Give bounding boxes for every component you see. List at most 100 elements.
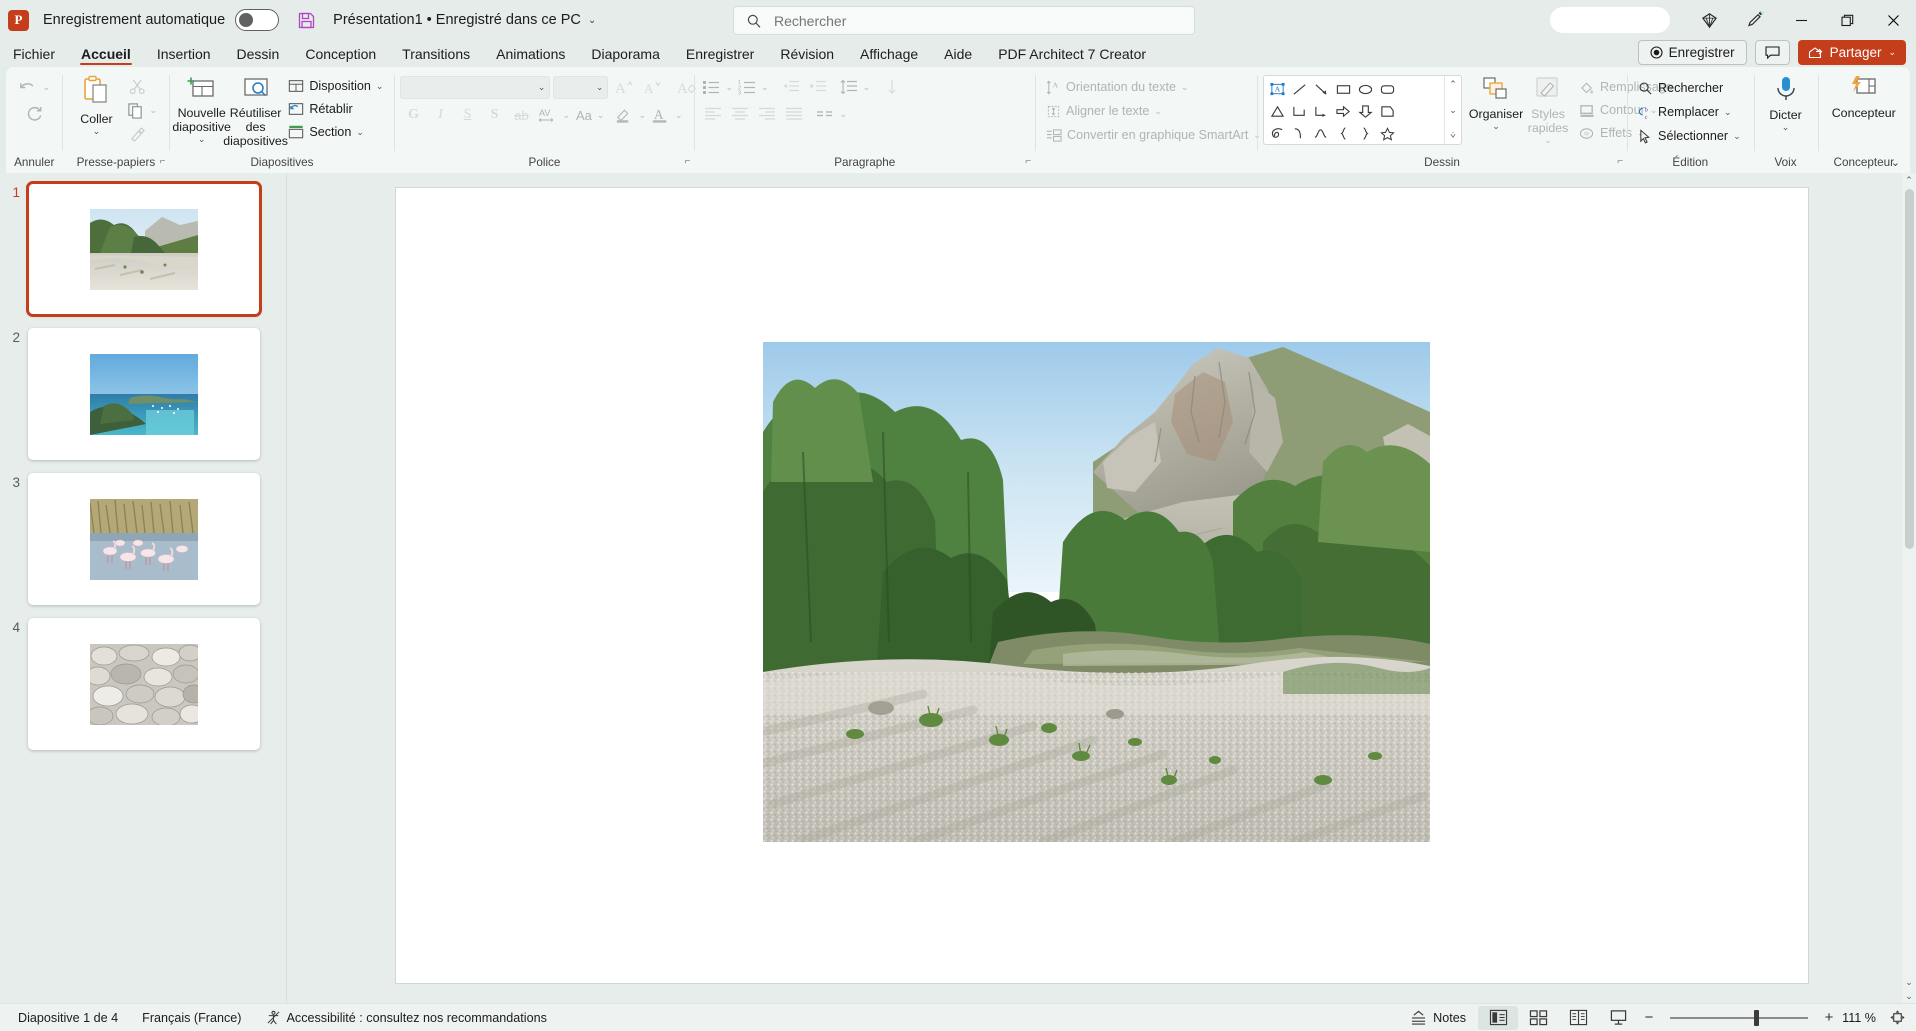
notes-button[interactable]: Notes <box>1398 1010 1478 1025</box>
align-right-button[interactable] <box>754 102 780 126</box>
view-reading-button[interactable] <box>1558 1006 1598 1030</box>
slide-counter[interactable]: Diapositive 1 de 4 <box>6 1004 130 1031</box>
decrease-indent-button[interactable] <box>778 75 804 99</box>
shape-block-arrow-down[interactable] <box>1354 100 1376 122</box>
chevron-up-icon[interactable]: ⌃ <box>1449 79 1457 90</box>
select-button[interactable]: Sélectionner ⌄ <box>1633 125 1746 147</box>
text-shadow-button[interactable]: S <box>481 103 507 127</box>
pen-edit-icon[interactable] <box>1732 0 1778 40</box>
increase-indent-button[interactable] <box>805 75 831 99</box>
share-button[interactable]: Partager ⌄ <box>1797 40 1906 65</box>
tab-fichier[interactable]: Fichier <box>0 40 68 67</box>
save-floppy-icon[interactable] <box>295 9 317 31</box>
bold-button[interactable]: G <box>400 103 426 127</box>
thumbnail-slide-4-surface[interactable] <box>28 618 260 750</box>
zoom-in-button[interactable]: + <box>1818 1009 1840 1026</box>
paste-button[interactable]: Coller ⌄ <box>68 72 124 137</box>
thumbnail-slide-3[interactable]: 3 <box>0 473 286 605</box>
zoom-level-label[interactable]: 111 % <box>1840 1011 1884 1025</box>
shape-left-brace[interactable] <box>1332 122 1354 144</box>
autosave-toggle[interactable] <box>235 9 280 31</box>
scroll-page-down-icon[interactable]: ⌄ <box>1905 989 1913 1003</box>
scroll-down-arrow-icon[interactable]: ⌄ <box>1905 975 1913 989</box>
slide-image[interactable] <box>762 342 1430 842</box>
reset-slide-button[interactable]: Rétablir <box>283 98 388 120</box>
dictate-button[interactable]: Dicter ⌄ <box>1760 72 1812 133</box>
font-name-combobox[interactable]: ⌄ <box>400 75 551 99</box>
arrange-button[interactable]: Organiser ⌄ <box>1469 73 1523 132</box>
italic-button[interactable]: I <box>427 103 453 127</box>
tab-transitions[interactable]: Transitions <box>389 40 483 67</box>
view-slideshow-button[interactable] <box>1598 1006 1638 1030</box>
columns-button[interactable]: ⌄ <box>814 103 849 125</box>
thumbnail-slide-3-surface[interactable] <box>28 473 260 605</box>
numbering-button[interactable]: 123 ⌄ <box>736 76 771 98</box>
bullets-button[interactable]: ⌄ <box>700 76 735 98</box>
shape-star[interactable] <box>1376 122 1398 144</box>
text-orientation-button[interactable]: A Orientation du texte ⌄ <box>1041 76 1193 98</box>
shape-elbow-arrow-connector[interactable] <box>1310 100 1332 122</box>
section-button[interactable]: Section ⌄ <box>283 121 388 143</box>
thumbnail-slide-1-surface[interactable] <box>26 181 262 317</box>
tab-affichage[interactable]: Affichage <box>847 40 931 67</box>
zoom-slider[interactable] <box>1670 1009 1808 1026</box>
shape-right-brace[interactable] <box>1354 122 1376 144</box>
undo-button[interactable]: ⌄ <box>15 76 53 98</box>
canvas-vertical-scrollbar[interactable]: ⌃ ⌄ ⌄ <box>1902 173 1916 1003</box>
document-title[interactable]: Présentation1 • Enregistré dans ce PC ⌄ <box>333 12 596 28</box>
strikethrough-button[interactable]: ab <box>508 103 534 127</box>
find-button[interactable]: Rechercher <box>1633 77 1728 99</box>
layout-button[interactable]: Disposition ⌄ <box>283 75 388 97</box>
tab-aide[interactable]: Aide <box>931 40 985 67</box>
language-indicator[interactable]: Français (France) <box>130 1004 253 1031</box>
shapes-gallery[interactable]: A ⌃ ⌄ ⩒ <box>1263 75 1463 145</box>
scroll-up-arrow-icon[interactable]: ⌃ <box>1905 173 1913 187</box>
scrollbar-thumb[interactable] <box>1904 189 1914 549</box>
tab-insertion[interactable]: Insertion <box>144 40 224 67</box>
grow-font-button[interactable]: A <box>611 75 637 99</box>
tab-pdf-architect[interactable]: PDF Architect 7 Creator <box>985 40 1159 67</box>
shape-block-arrow-right[interactable] <box>1332 100 1354 122</box>
replace-button[interactable]: bc Remplacer ⌄ <box>1633 101 1736 123</box>
thumbnail-slide-2[interactable]: 2 <box>0 328 286 460</box>
shape-ellipse[interactable] <box>1354 78 1376 100</box>
shape-elbow-connector[interactable] <box>1288 100 1310 122</box>
new-slide-button[interactable]: Nouvelle diapositive ⌄ <box>172 72 231 145</box>
restore-button[interactable] <box>1824 0 1870 40</box>
underline-button[interactable]: S <box>454 103 480 127</box>
shapes-gallery-scrollbar[interactable]: ⌃ ⌄ ⩒ <box>1444 76 1461 144</box>
tab-animations[interactable]: Animations <box>483 40 578 67</box>
change-case-button[interactable]: Aa ⌄ <box>573 104 607 126</box>
align-justify-button[interactable] <box>781 102 807 126</box>
zoom-slider-knob[interactable] <box>1754 1009 1759 1026</box>
tab-dessin[interactable]: Dessin <box>224 40 293 67</box>
align-text-button[interactable]: Aligner le texte ⌄ <box>1041 100 1167 122</box>
shape-scribble[interactable] <box>1266 122 1288 144</box>
collapse-ribbon-button[interactable]: ⌄ <box>1891 156 1900 169</box>
fit-to-window-button[interactable] <box>1884 1006 1910 1030</box>
slide-thumbnails-pane[interactable]: 1 2 3 4 <box>0 173 287 1003</box>
zoom-out-button[interactable]: − <box>1638 1009 1660 1026</box>
shape-pentagon-tag[interactable] <box>1376 100 1398 122</box>
thumbnail-slide-4[interactable]: 4 <box>0 618 286 750</box>
tab-diaporama[interactable]: Diaporama <box>578 40 672 67</box>
close-button[interactable] <box>1870 0 1916 40</box>
comments-button[interactable] <box>1754 40 1790 65</box>
chevron-down-icon[interactable]: ⌄ <box>1449 105 1457 116</box>
minimize-button[interactable] <box>1778 0 1824 40</box>
convert-smartart-button[interactable]: Convertir en graphique SmartArt ⌄ <box>1041 124 1266 146</box>
slide-surface[interactable] <box>395 188 1808 983</box>
search-box[interactable] <box>733 6 1195 35</box>
shape-line[interactable] <box>1288 78 1310 100</box>
shape-rectangle[interactable] <box>1332 78 1354 100</box>
shrink-font-button[interactable]: A <box>640 75 666 99</box>
font-color-button[interactable]: A ⌄ <box>649 104 685 126</box>
redo-button[interactable] <box>22 102 47 124</box>
dialog-launcher-icon[interactable]: ⌐ <box>160 156 166 167</box>
save-button[interactable]: Enregistrer <box>1637 40 1747 65</box>
quick-styles-button[interactable]: Styles rapides ⌄ <box>1522 73 1574 146</box>
reuse-slides-button[interactable]: Réutiliser des diapositives <box>223 72 288 148</box>
format-painter-button[interactable] <box>124 122 150 146</box>
tab-conception[interactable]: Conception <box>292 40 389 67</box>
dialog-launcher-icon[interactable]: ⌐ <box>1025 156 1031 167</box>
